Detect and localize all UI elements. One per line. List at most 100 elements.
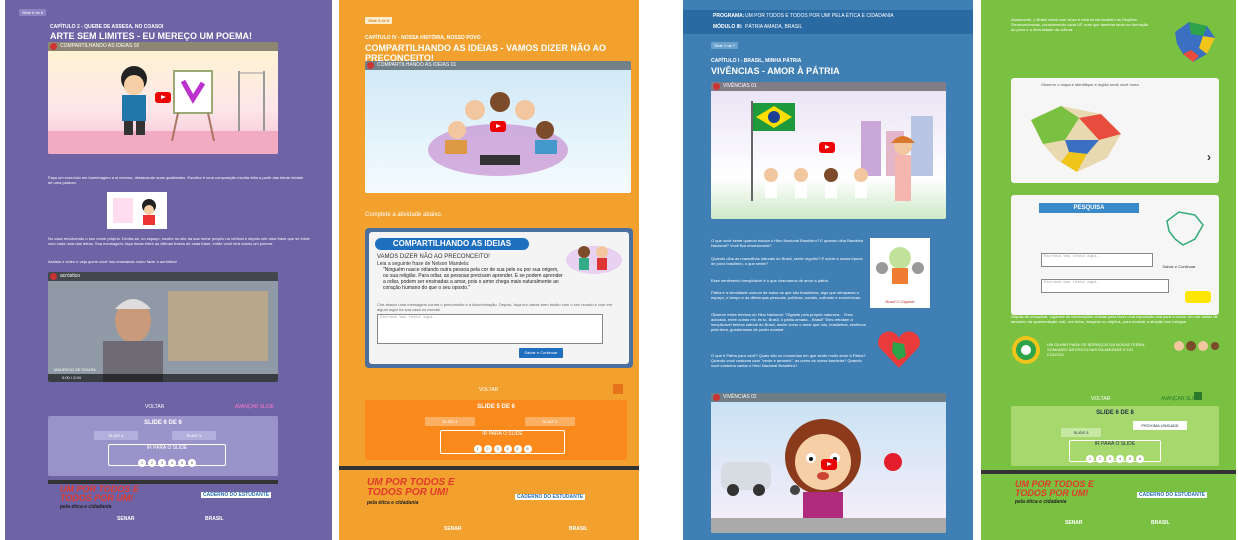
program-name: UM POR TODOS E TODOS POR UM!: [367, 477, 455, 498]
page-dot-4[interactable]: 4: [503, 445, 512, 453]
back-link[interactable]: VOLTAR: [145, 404, 164, 410]
anthem-excerpt: Observe estes trechos do Hino Nacional: …: [711, 312, 866, 332]
play-button[interactable]: [490, 121, 506, 132]
next-arrow-button[interactable]: [1194, 392, 1202, 400]
slide-4-button[interactable]: SLIDE 4: [425, 417, 475, 426]
instruction-text-2: No caso envolvendo o seu nome próprio. D…: [48, 236, 310, 246]
page-dot-6[interactable]: 6: [1136, 455, 1144, 463]
card-subtitle: VAMOS DIZER NÃO AO PRECONCEITO!: [377, 254, 490, 260]
slide-5-button[interactable]: SLIDE 5: [1061, 428, 1101, 437]
page-dot-3[interactable]: 3: [1106, 455, 1114, 463]
back-link[interactable]: VOLTAR: [479, 387, 498, 393]
acrostic-image: [107, 192, 167, 229]
video-title: acróstico: [60, 273, 81, 279]
chapter-label: CAPÍTULO I - BRASIL, MINHA PÁTRIA: [711, 58, 802, 64]
highlight-button[interactable]: [1185, 291, 1211, 303]
question-2: Quando olha as maravilhas naturais do Br…: [711, 256, 863, 266]
map-caption: Observe o mapa e identifique a região on…: [1041, 82, 1140, 87]
next-unit-button[interactable]: PRÓXIMA UNIDADE: [1133, 421, 1187, 430]
intro-text: Atualmente, o Brasil conta com cinco e e…: [1011, 17, 1149, 32]
page-dot-1[interactable]: 1: [138, 459, 146, 467]
jump-box: IR PARA O SLIDE 123456: [440, 430, 565, 454]
page-dot-3[interactable]: 3: [158, 459, 166, 467]
instruction-text: Faça um exercício em homenagem a si mesm…: [48, 175, 304, 185]
video-player-2[interactable]: acróstico 0:00 / 2:04 MAURÍCIO DE SOUSA: [48, 272, 278, 382]
program-tagline: pela ética e cidadania: [367, 500, 419, 506]
video-player[interactable]: COMPARTILHANDO AS IDEIAS 01: [365, 61, 631, 193]
page-dots: 123456: [109, 451, 225, 469]
slide-panel-regions: Atualmente, o Brasil conta com cinco e e…: [981, 0, 1236, 540]
page-dot-2[interactable]: 2: [148, 459, 156, 467]
program-tagline: pela ética e cidadania: [1015, 499, 1067, 505]
back-link[interactable]: VOLTAR: [1091, 396, 1110, 402]
slide-6-button[interactable]: SLIDE 6: [525, 417, 575, 426]
play-button[interactable]: [155, 92, 171, 103]
next-slide-link[interactable]: AVANÇAR SLIDE: [235, 404, 274, 410]
brazil-map-icon: [1175, 22, 1215, 62]
page-dot-5[interactable]: 5: [513, 445, 522, 453]
play-button[interactable]: [819, 142, 835, 153]
partner-senar: SENAR: [444, 526, 462, 532]
research-input-1[interactable]: Escreva seu texto aqui.: [1041, 253, 1153, 267]
module-name: PÁTRIA AMADA, BRASIL: [745, 24, 803, 30]
page-dot-1[interactable]: 1: [473, 445, 482, 453]
slide-counter: SLIDE 5 DE 6: [477, 404, 515, 410]
complete-activity-text: Complete a atividade abaixo.: [365, 212, 443, 218]
slide-4-button[interactable]: SLIDE 4: [94, 431, 138, 440]
message-textarea[interactable]: Escreva seu texto aqui.: [377, 314, 603, 344]
program-name: UM POR TODOS E TODOS POR UM!: [60, 484, 139, 503]
slide-navigator: SLIDE 5 DE 6 SLIDE 4 SLIDE 6 IR PARA O S…: [365, 400, 627, 460]
research-card: PESQUISA Escreva seu texto aqui. Escreva…: [1011, 195, 1219, 315]
map-activity-card: Observe o mapa e identifique a região on…: [1011, 78, 1219, 183]
mandela-quote: "Ninguém nasce odiando outra pessoa pela…: [383, 267, 563, 291]
chevron-right-icon[interactable]: ›: [1207, 150, 1211, 164]
mascot-sticker: Brasil O Gigante: [870, 238, 930, 308]
page-dot-5[interactable]: 5: [1126, 455, 1134, 463]
page-dots: 123456: [1070, 447, 1160, 465]
video-player[interactable]: VIVÊNCIAS 01: [711, 82, 946, 219]
research-input-2[interactable]: Escreva seu texto aqui.: [1041, 279, 1169, 293]
program-label: PROGRAMA:: [713, 13, 745, 19]
program-logo: UM POR TODOS E TODOS POR UM! pela ética e…: [1015, 480, 1115, 507]
page-dot-2[interactable]: 2: [1096, 455, 1104, 463]
partner-senar: SENAR: [1065, 520, 1083, 526]
page-dot-6[interactable]: 6: [188, 459, 196, 467]
module-label: MÓDULO III:: [713, 24, 743, 30]
page-dot-6[interactable]: 6: [523, 445, 532, 453]
program-name: UM POR TODOS E TODOS POR UM! PELA ÉTICA …: [745, 13, 894, 19]
children-strip: [1174, 341, 1219, 351]
page-dot-2[interactable]: 2: [483, 445, 492, 453]
card-illustration: [566, 246, 622, 274]
video-title: VIVÊNCIAS 02: [723, 394, 757, 400]
student-notebook-logo: CADERNO DO ESTUDANTE: [201, 492, 272, 498]
statement-4: Pátria é a identidade comum de todos os …: [711, 290, 862, 300]
video-player[interactable]: COMPARTILHANDO AS IDEIAS 02: [48, 42, 278, 154]
page-dot-3[interactable]: 3: [493, 445, 502, 453]
jump-box: IR PARA O SLIDE 123456: [108, 444, 226, 469]
page-dot-4[interactable]: 4: [168, 459, 176, 467]
video-player-2[interactable]: VIVÊNCIAS 02: [711, 393, 946, 533]
video-time: 0:00 / 2:04: [62, 375, 81, 380]
sticker-caption: Brasil O Gigante: [885, 299, 915, 304]
page-dot-5[interactable]: 5: [178, 459, 186, 467]
slide-indicator: Slide 1 de 7: [711, 42, 739, 49]
student-notebook-logo: CADERNO DO ESTUDANTE: [1137, 492, 1208, 498]
seal-icon: [1012, 336, 1040, 364]
activity-card: COMPARTILHANDO AS IDEIAS VAMOS DIZER NÃO…: [365, 228, 633, 368]
channel-icon: [50, 273, 57, 280]
slide-5-button[interactable]: SLIDE 5: [172, 431, 216, 440]
channel-icon: [713, 394, 720, 401]
program-name: UM POR TODOS E TODOS POR UM!: [1015, 479, 1094, 498]
play-button[interactable]: [821, 459, 837, 470]
slide-indicator: Slide 5 de 6: [365, 17, 393, 24]
next-arrow-button[interactable]: [613, 384, 623, 394]
video-controls[interactable]: 0:00 / 2:04: [48, 374, 278, 382]
slide-panel-art: Slide 6 de 6 CAPÍTULO 2 - QUEBE DE ASSES…: [5, 0, 332, 540]
partner-senar: SENAR: [117, 516, 135, 522]
page-dot-1[interactable]: 1: [1086, 455, 1094, 463]
jump-box: IR PARA O SLIDE 123456: [1069, 440, 1161, 465]
save-continue-button[interactable]: Salvar e Continuar: [519, 348, 563, 358]
page-dot-4[interactable]: 4: [1116, 455, 1124, 463]
channel-icon: [713, 83, 720, 90]
save-continue-button[interactable]: Salvar e Continuar: [1161, 263, 1197, 271]
